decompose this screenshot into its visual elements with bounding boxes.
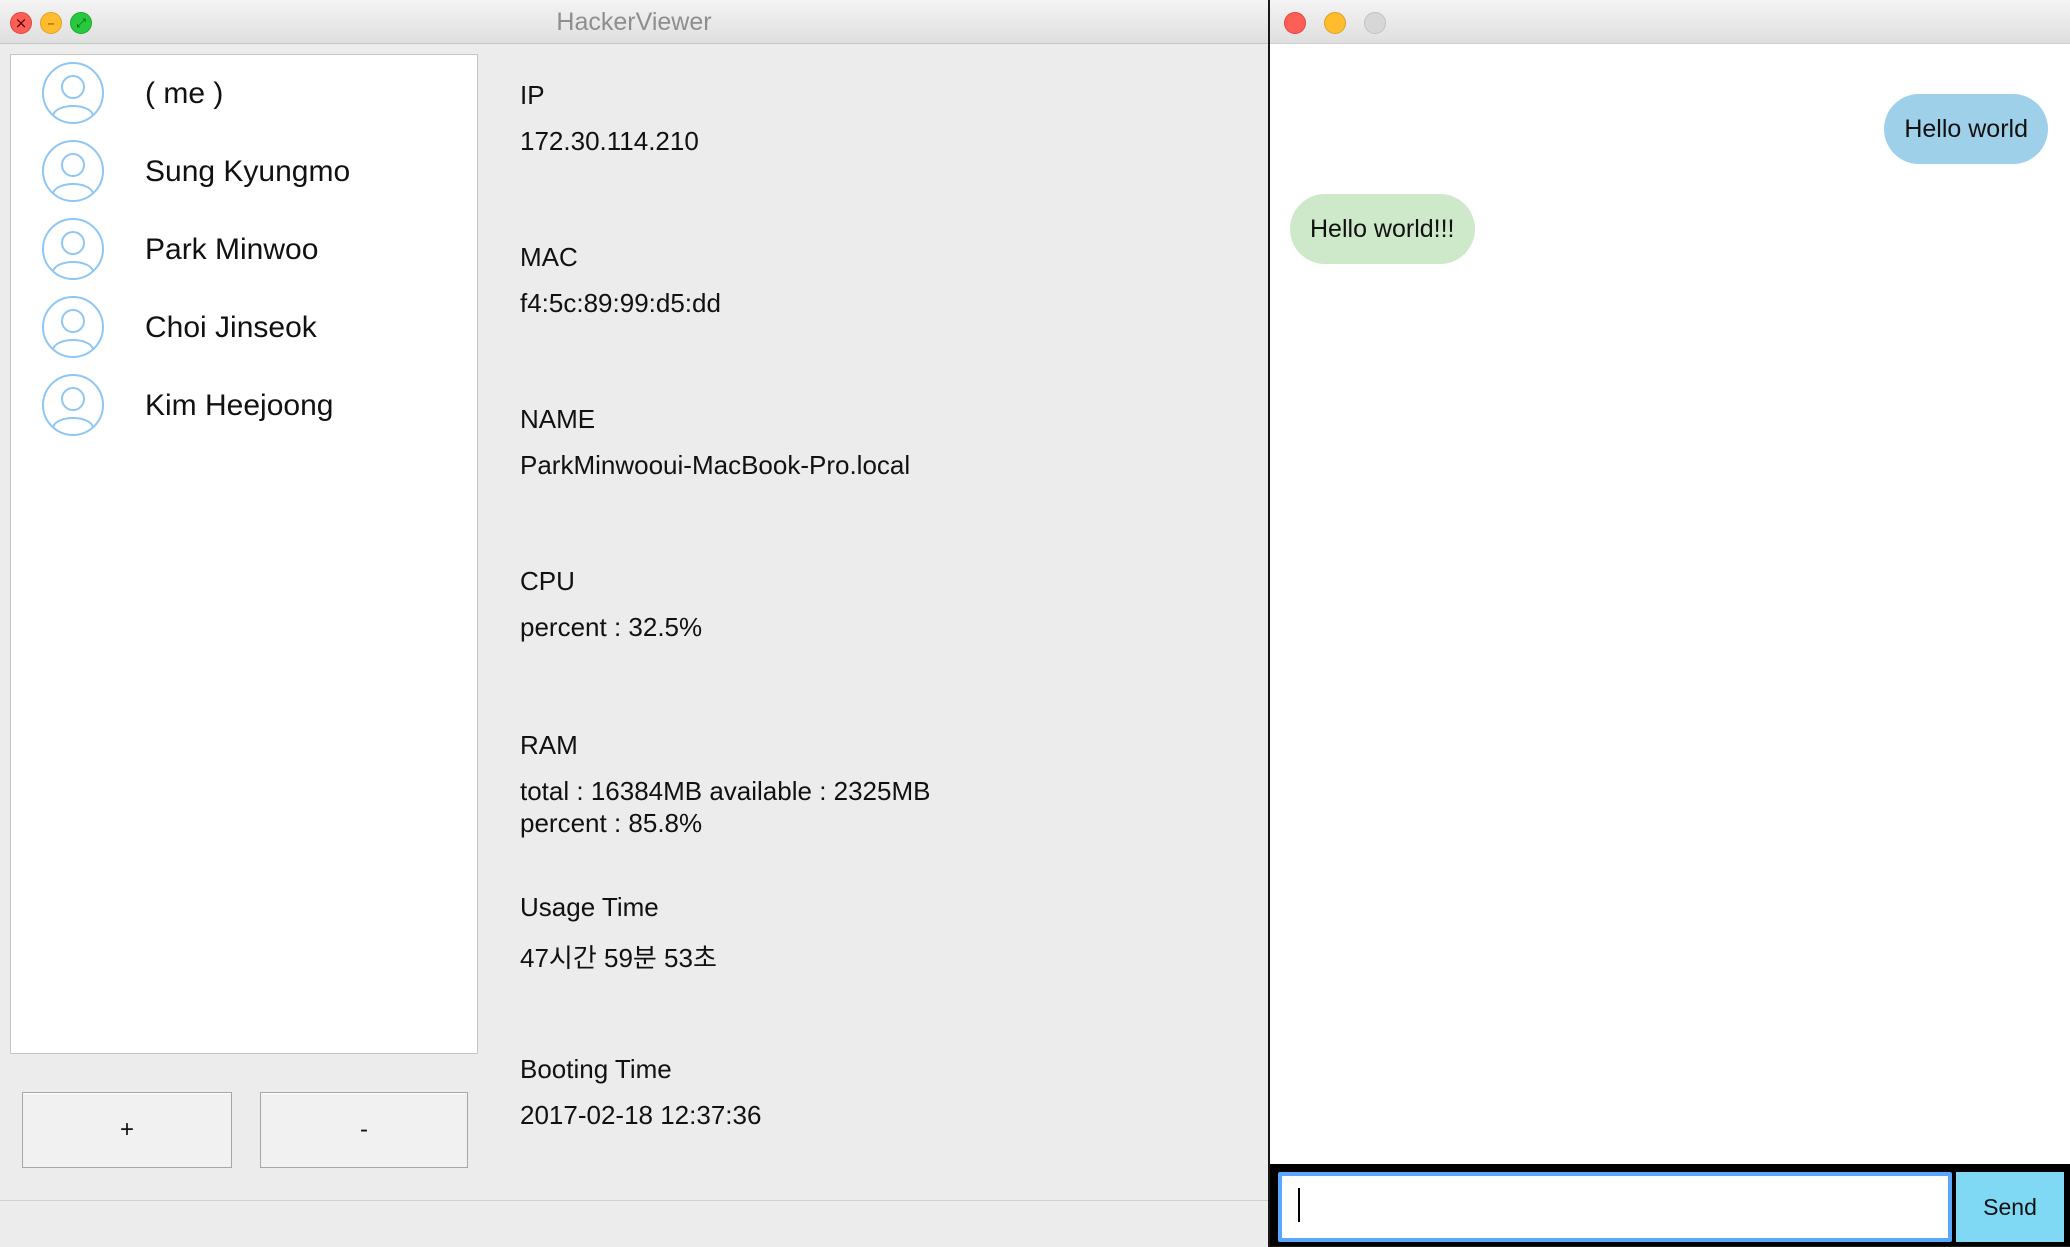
contact-name: Kim Heejoong [145,389,334,422]
incoming-message: Hello world!!! [1290,194,1475,264]
chat-title-bar [1270,0,2070,44]
user-avatar-icon [42,140,104,202]
booting-time-label: Booting Time [520,1054,672,1084]
send-button[interactable]: Send [1956,1172,2064,1242]
ip-value: 172.30.114.210 [520,126,699,156]
user-avatar-icon [42,62,104,124]
text-caret [1298,1188,1300,1222]
contact-item[interactable]: ( me ) [41,61,461,127]
chat-window: Hello world Hello world!!! Send [1270,0,2070,1246]
contact-item[interactable]: Park Minwoo [41,217,461,283]
mac-label: MAC [520,242,578,272]
add-contact-button[interactable]: + [22,1092,232,1168]
name-value: ParkMinwooui-MacBook-Pro.local [520,450,911,480]
name-label: NAME [520,404,596,434]
contact-name: Park Minwoo [145,233,319,266]
message-input[interactable] [1278,1172,1952,1242]
user-avatar-icon [42,374,104,436]
chat-close-button[interactable] [1284,12,1306,34]
contact-name: Choi Jinseok [145,311,317,344]
user-avatar-icon [42,296,104,358]
contact-item[interactable]: Kim Heejoong [41,373,461,439]
ip-label: IP [520,80,545,110]
cpu-label: CPU [520,566,575,596]
hacker-viewer-window: × – ⤢ HackerViewer ( me ) Sung Kyungmo P… [0,0,1268,1247]
usage-time-label: Usage Time [520,892,659,922]
contact-item[interactable]: Choi Jinseok [41,295,461,361]
remove-contact-button[interactable]: - [260,1092,468,1168]
usage-time-value: 47시간 59분 53초 [520,943,717,973]
window-title: HackerViewer [556,8,712,36]
title-bar: × – ⤢ HackerViewer [0,0,1268,44]
ram-percent-value: percent : 85.8% [520,808,703,838]
message-composer: Send [1270,1164,2070,1246]
user-avatar-icon [42,218,104,280]
contact-list[interactable]: ( me ) Sung Kyungmo Park Minwoo Choi Jin… [10,54,478,1054]
status-bar [0,1200,1268,1247]
booting-time-value: 2017-02-18 12:37:36 [520,1100,762,1130]
contact-name: Sung Kyungmo [145,155,351,188]
chat-minimize-button[interactable] [1324,12,1346,34]
ram-label: RAM [520,730,578,760]
mac-value: f4:5c:89:99:d5:dd [520,288,721,318]
cpu-value: percent : 32.5% [520,612,703,642]
chat-zoom-button [1364,12,1386,34]
contact-name: ( me ) [145,77,224,110]
ram-value: total : 16384MB available : 2325MB [520,776,931,806]
contact-item[interactable]: Sung Kyungmo [41,139,461,205]
outgoing-message: Hello world [1884,94,2048,164]
